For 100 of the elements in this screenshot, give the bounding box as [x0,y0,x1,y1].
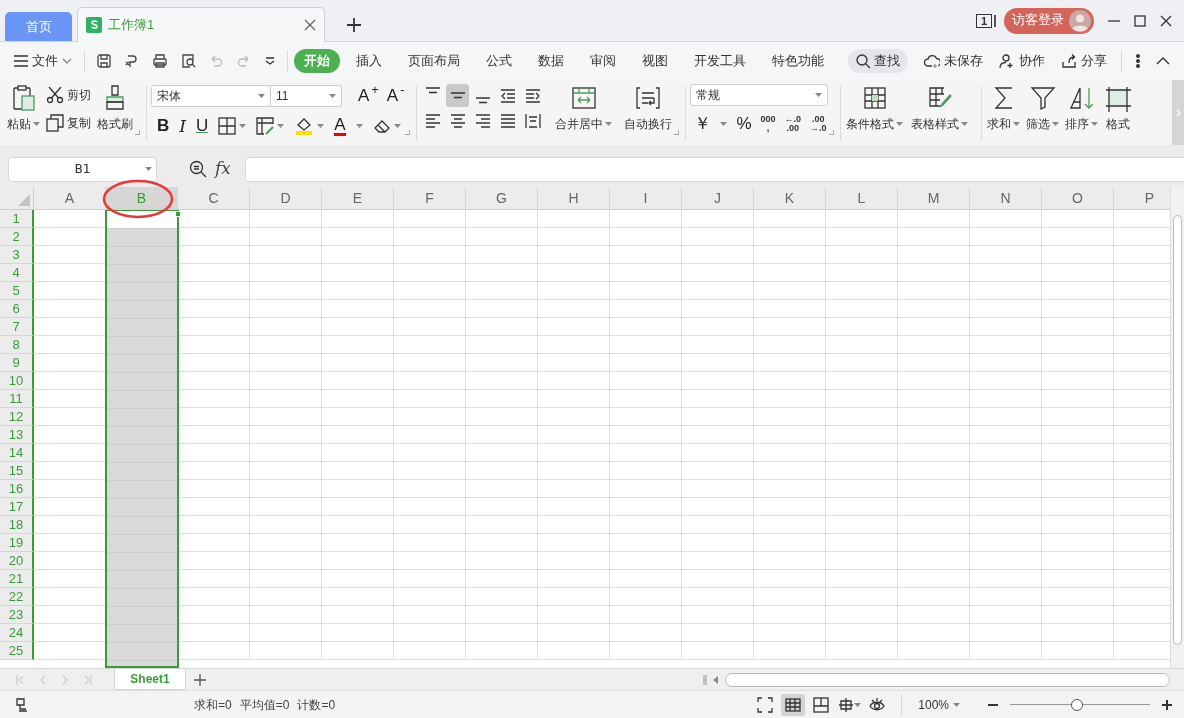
grid-cell[interactable] [826,318,898,336]
grid-cell[interactable] [898,210,970,228]
grid-cell[interactable] [1042,642,1114,660]
ribbon-tab[interactable]: 页面布局 [398,48,470,74]
grid-cell[interactable] [970,570,1042,588]
column-header[interactable]: J [682,187,754,209]
grid-cell[interactable] [754,282,826,300]
grid-cell[interactable] [250,390,322,408]
grid-cell[interactable] [682,480,754,498]
grid-cell[interactable] [1042,570,1114,588]
grid-cell[interactable] [970,354,1042,372]
grid-cell[interactable] [466,642,538,660]
grid-cell[interactable] [754,624,826,642]
grid-cell[interactable] [250,372,322,390]
grid-cell[interactable] [250,264,322,282]
grid-cell[interactable] [610,336,682,354]
ribbon-tab[interactable]: 审阅 [580,48,626,74]
grid-cell[interactable] [754,228,826,246]
grid-cell[interactable] [1042,426,1114,444]
grid-cell[interactable] [682,246,754,264]
grid-cell[interactable] [682,498,754,516]
grid-cell[interactable] [322,210,394,228]
grid-cell[interactable] [1042,498,1114,516]
grid-cell[interactable] [610,516,682,534]
grid-cell[interactable] [394,516,466,534]
grid-cell[interactable] [682,570,754,588]
column-header[interactable]: I [610,187,682,209]
grid-cell[interactable] [250,228,322,246]
macro-plug-icon[interactable] [14,696,30,713]
dialog-launcher-icon[interactable] [674,130,680,136]
grid-cell[interactable] [1042,354,1114,372]
grid-cell[interactable] [826,570,898,588]
grid-cell[interactable] [682,642,754,660]
grid-cell[interactable] [538,282,610,300]
more-vertical-icon[interactable] [1136,54,1140,68]
grid-cell[interactable] [250,318,322,336]
fill-color-icon[interactable] [294,117,315,135]
grid-cell[interactable] [466,228,538,246]
grid-cell[interactable] [826,606,898,624]
grid-cell[interactable] [970,228,1042,246]
grid-cell[interactable] [250,246,322,264]
grid-cell[interactable] [682,372,754,390]
grid-cell[interactable] [250,606,322,624]
grid-cell[interactable] [898,498,970,516]
grid-cell[interactable] [538,588,610,606]
grid-cell[interactable] [826,336,898,354]
grid-cell[interactable] [1042,390,1114,408]
grid-cell[interactable] [898,246,970,264]
grid-cell[interactable] [610,444,682,462]
ribbon-tab[interactable]: 数据 [528,48,574,74]
grid-cell[interactable] [898,516,970,534]
grid-cell[interactable] [610,462,682,480]
grid-cell[interactable] [394,480,466,498]
underline-button[interactable]: U [196,116,209,136]
grid-cell[interactable] [394,282,466,300]
grid-cell[interactable] [682,606,754,624]
grid-cell[interactable] [466,552,538,570]
grid-cell[interactable] [394,408,466,426]
grid-cell[interactable] [898,606,970,624]
grid-cell[interactable] [898,552,970,570]
grid-cell[interactable] [466,282,538,300]
paste-button[interactable]: 粘贴 [6,84,41,133]
row-header[interactable]: 23 [0,606,34,624]
row-header[interactable]: 15 [0,462,34,480]
grid-cell[interactable] [898,534,970,552]
grid-cell[interactable] [322,390,394,408]
grid-cell[interactable] [322,480,394,498]
grid-cell[interactable] [826,588,898,606]
grid-cell[interactable] [538,462,610,480]
grid-cell[interactable] [466,318,538,336]
grid-cell[interactable] [898,408,970,426]
grid-cell[interactable] [394,570,466,588]
grid-cell[interactable] [682,264,754,282]
row-header[interactable]: 2 [0,228,34,246]
grid-cell[interactable] [610,390,682,408]
grid-cell[interactable] [970,606,1042,624]
grid-cell[interactable] [322,462,394,480]
grid-cell[interactable] [610,282,682,300]
ribbon-tab[interactable]: 插入 [346,48,392,74]
grid-cell[interactable] [682,516,754,534]
dialog-launcher-icon[interactable] [829,130,835,136]
grid-cell[interactable] [754,210,826,228]
grid-cell[interactable] [970,588,1042,606]
column-header[interactable]: C [178,187,250,209]
column-header[interactable]: O [1042,187,1114,209]
sheet-tab[interactable]: Sheet1 [114,669,186,690]
grid-cell[interactable] [322,228,394,246]
grid-cell[interactable] [394,534,466,552]
grid-cell[interactable] [610,246,682,264]
grid-cell[interactable] [682,552,754,570]
column-header[interactable]: E [322,187,394,209]
grid-cell[interactable] [466,246,538,264]
grid-cell[interactable] [538,408,610,426]
grid-cell[interactable] [970,552,1042,570]
grid-cell[interactable] [970,300,1042,318]
grid-cell[interactable] [754,300,826,318]
add-sheet-icon[interactable] [194,673,206,686]
grid-cell[interactable] [826,354,898,372]
grid-cell[interactable] [826,282,898,300]
grid-cell[interactable] [466,462,538,480]
